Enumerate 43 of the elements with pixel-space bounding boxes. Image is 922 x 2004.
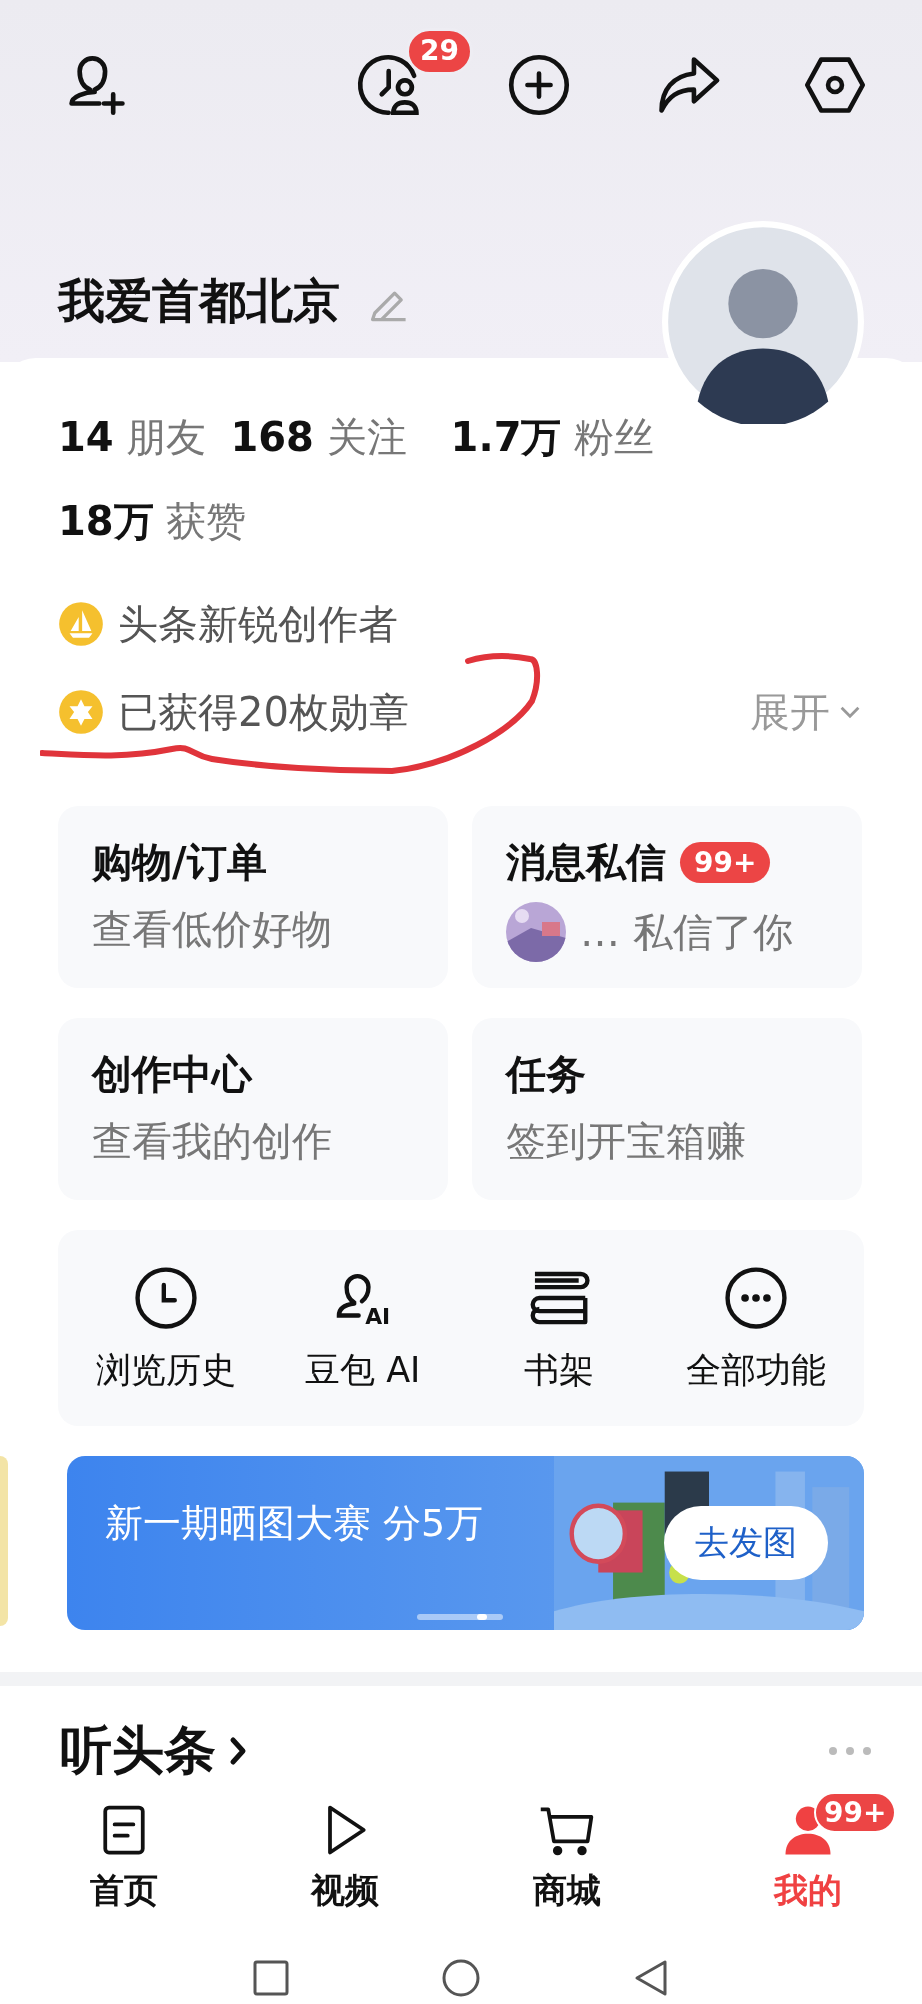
nav-tab[interactable]: 视频 xyxy=(265,1786,426,1918)
badge-text[interactable]: 已获得20枚勋章 xyxy=(118,684,409,740)
stat-item[interactable]: 168 关注 xyxy=(230,408,407,466)
badge-text[interactable]: 头条新锐创作者 xyxy=(118,596,398,652)
tool-label: 浏览历史 xyxy=(96,1348,237,1392)
banner-title: 新一期晒图大赛 分5万 xyxy=(105,1499,484,1547)
shortcut-card[interactable]: 任务 签到开宝箱赚 xyxy=(472,1018,862,1200)
stat-item[interactable]: 18万 获赞 xyxy=(58,492,247,550)
shortcut-card[interactable]: 购物/订单 查看低价好物 xyxy=(58,806,448,988)
tool-item[interactable]: 浏览历史 xyxy=(68,1262,265,1394)
shortcut-card[interactable]: 创作中心 查看我的创作 xyxy=(58,1018,448,1200)
card-subtitle: 签到开宝箱赚 xyxy=(506,1117,746,1166)
tool-label: 书架 xyxy=(524,1348,595,1392)
home-icon[interactable] xyxy=(441,1958,481,1998)
promo-banner[interactable]: 新一期晒图大赛 分5万 去发图 xyxy=(67,1456,864,1630)
stat-item[interactable]: 1.7万 粉丝 xyxy=(450,408,655,466)
card-title: 消息私信 xyxy=(506,837,666,887)
star-badge-icon xyxy=(58,689,104,735)
nav-tab[interactable]: 99+ 我的 xyxy=(708,1786,908,1918)
count-badge: 99+ xyxy=(814,1792,897,1833)
count-badge: 99+ xyxy=(680,841,771,883)
tool-item[interactable]: 全部功能 xyxy=(657,1262,854,1394)
card-title: 购物/订单 xyxy=(92,837,267,887)
section-title[interactable]: 听头条 xyxy=(60,1716,216,1786)
sailboat-badge-icon xyxy=(58,601,104,647)
tool-label: 豆包 AI xyxy=(305,1348,421,1392)
recent-apps-icon[interactable] xyxy=(251,1958,291,1998)
tool-item[interactable]: 书架 xyxy=(461,1262,658,1394)
tool-label: 全部功能 xyxy=(685,1348,826,1392)
stat-item[interactable]: 14 朋友 xyxy=(58,408,207,466)
notification-badge: 29 xyxy=(406,28,473,75)
card-title: 创作中心 xyxy=(92,1049,252,1099)
tool-item[interactable]: AI 豆包 AI xyxy=(264,1262,461,1394)
nav-tab[interactable]: 商城 xyxy=(486,1786,647,1918)
chevron-right-icon[interactable] xyxy=(228,1736,248,1766)
card-title: 任务 xyxy=(506,1049,586,1099)
card-subtitle: 查看我的创作 xyxy=(92,1117,332,1166)
nav-tab[interactable]: 首页 xyxy=(44,1786,204,1918)
post-photo-button[interactable]: 去发图 xyxy=(664,1506,828,1580)
card-subtitle: … 私信了你 xyxy=(580,907,793,957)
card-subtitle: 查看低价好物 xyxy=(92,905,332,954)
shortcut-card[interactable]: 消息私信 99+ … 私信了你 xyxy=(472,806,862,988)
profile-name: 我爱首都北京 xyxy=(58,272,340,330)
